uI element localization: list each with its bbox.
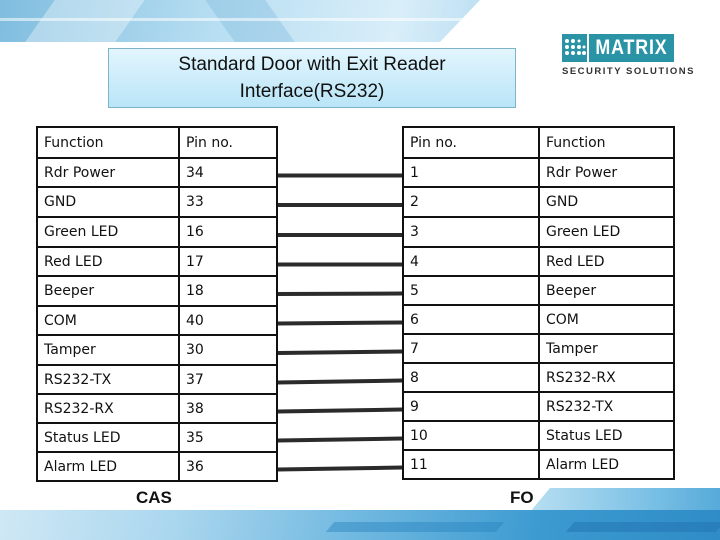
fo-table-row: 1 Rdr Power (402, 157, 675, 188)
diagram-title-box: Standard Door with Exit Reader Interface… (108, 48, 516, 108)
fo-cell-pin: 6 (402, 304, 540, 335)
cas-cell-function: COM (36, 305, 180, 336)
fo-cell-function: Status LED (538, 420, 675, 451)
cas-cell-function: Alarm LED (36, 451, 180, 482)
fo-table-row: 2 GND (402, 186, 675, 218)
logo-dots-icon (562, 34, 590, 62)
fo-cell-pin: 4 (402, 246, 540, 277)
fo-table-row: 9 RS232-TX (402, 391, 675, 422)
cas-table-row: Red LED 17 (36, 246, 278, 277)
fo-cell-function: Tamper (538, 333, 675, 364)
fo-cell-function: RS232-TX (538, 391, 675, 422)
fo-cell-pin: 7 (402, 333, 540, 364)
cas-cell-pin: 34 (178, 157, 278, 188)
cas-cell-function: RS232-RX (36, 393, 180, 424)
fo-cell-function: Green LED (538, 216, 675, 248)
fo-cell-pin: 1 (402, 157, 540, 188)
cas-cell-pin: 38 (178, 393, 278, 424)
cas-table-row: Status LED 35 (36, 422, 278, 453)
logo-brand: MATRIX (595, 36, 668, 59)
fo-header-function: Function (538, 126, 675, 159)
fo-cell-function: Alarm LED (538, 449, 675, 480)
cas-caption: CAS (136, 488, 172, 507)
fo-table-row: 10 Status LED (402, 420, 675, 451)
cas-header-pin: Pin no. (178, 126, 278, 159)
cas-cell-function: Status LED (36, 422, 180, 453)
fo-table-row: 3 Green LED (402, 216, 675, 248)
cas-cell-function: Rdr Power (36, 157, 180, 188)
fo-cell-function: GND (538, 186, 675, 218)
cas-header-row: Function Pin no. (36, 126, 278, 159)
diagram-title: Standard Door with Exit Reader Interface… (178, 54, 446, 102)
fo-table-row: 5 Beeper (402, 275, 675, 306)
cas-table-row: COM 40 (36, 305, 278, 336)
fo-cell-pin: 9 (402, 391, 540, 422)
fo-cell-pin: 10 (402, 420, 540, 451)
cas-table-row: Beeper 18 (36, 275, 278, 307)
cas-cell-function: Red LED (36, 246, 180, 277)
fo-table-row: 8 RS232-RX (402, 362, 675, 393)
fo-cell-pin: 8 (402, 362, 540, 393)
wire-30-to-7 (277, 349, 403, 355)
cas-table-row: RS232-TX 37 (36, 364, 278, 395)
cas-pin-table: Function Pin no. Rdr Power 34 GND 33 Green LED… (36, 126, 278, 482)
fo-caption: FO (510, 488, 534, 507)
cas-cell-pin: 36 (178, 451, 278, 482)
cas-cell-function: Tamper (36, 334, 180, 366)
cas-cell-function: RS232-TX (36, 364, 180, 395)
fo-header-row: Pin no. Function (402, 126, 675, 159)
cas-cell-pin: 33 (178, 186, 278, 218)
cas-cell-pin: 40 (178, 305, 278, 336)
fo-cell-pin: 2 (402, 186, 540, 218)
cas-table-row: Alarm LED 36 (36, 451, 278, 482)
cas-cell-pin: 16 (178, 216, 278, 248)
wire-18-to-5 (277, 291, 403, 296)
cas-cell-pin: 35 (178, 422, 278, 453)
fo-table-row: 7 Tamper (402, 333, 675, 364)
fo-cell-pin: 3 (402, 216, 540, 248)
wire-35-to-10 (277, 436, 403, 443)
fo-header-pin: Pin no. (402, 126, 540, 159)
fo-cell-pin: 5 (402, 275, 540, 306)
logo-tagline: SECURITY SOLUTIONS (562, 66, 695, 77)
cas-table-row: Green LED 16 (36, 216, 278, 248)
fo-cell-pin: 11 (402, 449, 540, 480)
wire-40-to-6 (277, 320, 403, 326)
fo-table-row: 11 Alarm LED (402, 449, 675, 480)
fo-cell-function: COM (538, 304, 675, 335)
fo-cell-function: Red LED (538, 246, 675, 277)
bottom-decorative-banner (0, 510, 720, 540)
wire-38-to-9 (277, 407, 403, 414)
cas-cell-pin: 17 (178, 246, 278, 277)
fo-cell-function: Rdr Power (538, 157, 675, 188)
cas-table-row: Tamper 30 (36, 334, 278, 366)
cas-table-row: RS232-RX 38 (36, 393, 278, 424)
fo-cell-function: RS232-RX (538, 362, 675, 393)
wire-37-to-8 (277, 378, 403, 385)
bottom-decorative-rise (530, 488, 720, 512)
cas-header-function: Function (36, 126, 180, 159)
cas-cell-pin: 30 (178, 334, 278, 366)
cas-cell-function: Green LED (36, 216, 180, 248)
cas-table-row: GND 33 (36, 186, 278, 218)
cas-cell-function: Beeper (36, 275, 180, 307)
fo-table-row: 6 COM (402, 304, 675, 335)
cas-table-row: Rdr Power 34 (36, 157, 278, 188)
cas-cell-pin: 37 (178, 364, 278, 395)
fo-cell-function: Beeper (538, 275, 675, 306)
wire-36-to-11 (277, 465, 403, 472)
fo-table-row: 4 Red LED (402, 246, 675, 277)
cas-cell-pin: 18 (178, 275, 278, 307)
fo-pin-table: Pin no. Function 1 Rdr Power 2 GND 3 Green LED 4… (402, 126, 675, 480)
matrix-logo: MATRIX SECURITY SOLUTIONS (562, 34, 695, 80)
cas-cell-function: GND (36, 186, 180, 218)
